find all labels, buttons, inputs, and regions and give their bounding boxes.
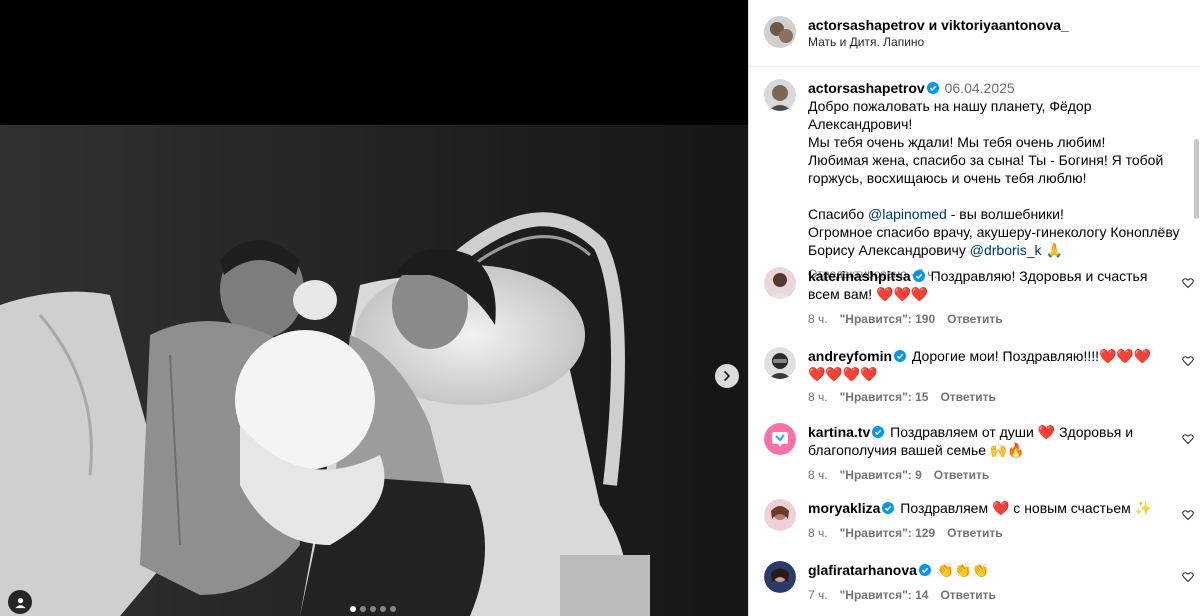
post-media [0, 0, 748, 616]
commenter-avatar[interactable] [764, 347, 796, 379]
pray-emoji: 🙏 [1045, 242, 1063, 258]
caption-username[interactable]: actorsashapetrov [808, 80, 925, 96]
carousel-dot [350, 606, 356, 612]
comment-time[interactable]: 8 ч. [808, 526, 828, 540]
comment-username[interactable]: kartina.tv [808, 424, 870, 440]
mention-drboris[interactable]: @drboris_k [970, 242, 1042, 258]
caption-thanks-suffix: - вы волшебники! [946, 206, 1064, 222]
comment-meta: 8 ч. "Нравится": 9 Ответить [808, 468, 989, 482]
heart-outline-icon[interactable] [1182, 433, 1194, 445]
caption-thanks: Спасибо @lapinomed - вы волшебники! [808, 205, 1188, 223]
comment-meta: 8 ч. "Нравится": 190 Ответить [808, 312, 1003, 326]
chevron-right-icon [724, 371, 730, 381]
comment-body: glafiratarhanova 👏👏👏 [808, 561, 1160, 579]
post-photo[interactable] [0, 125, 748, 616]
caption-line-1: Добро пожаловать на нашу планету, Фёдор … [808, 98, 1092, 132]
caption-date: 06.04.2025 [944, 80, 1015, 96]
post-location[interactable]: Мать и Дитя. Лапино [808, 35, 924, 49]
verified-badge-icon [912, 270, 925, 282]
carousel-dot [390, 606, 396, 612]
verified-badge-icon [872, 426, 885, 438]
carousel-dot [370, 606, 376, 612]
commenter-avatar[interactable] [764, 499, 796, 531]
tagged-people-button[interactable] [8, 590, 32, 614]
caption-doctor: Огромное спасибо врачу, акушеру-гинеколо… [808, 223, 1188, 259]
comment-text: 👏👏👏 [936, 562, 990, 578]
post-header: actorsashapetrov и viktoriyaantonova_ Ма… [749, 0, 1200, 67]
next-photo-button[interactable] [715, 364, 739, 388]
carousel-dots [350, 606, 396, 612]
comment-likes[interactable]: "Нравится": 14 [840, 588, 929, 602]
comment-time[interactable]: 8 ч. [808, 468, 828, 482]
reply-button[interactable]: Ответить [947, 526, 1002, 540]
reply-button[interactable]: Ответить [940, 588, 995, 602]
verified-badge-icon [926, 82, 939, 94]
comment-meta: 8 ч. "Нравится": 15 Ответить [808, 390, 996, 404]
caption-thanks-prefix: Спасибо [808, 206, 868, 222]
reply-button[interactable]: Ответить [940, 390, 995, 404]
comments-scroll-area[interactable]: actorsashapetrov 06.04.2025 Добро пожало… [749, 67, 1200, 616]
commenter-avatar[interactable] [764, 561, 796, 593]
verified-badge-icon [894, 350, 907, 362]
author-avatar[interactable] [764, 16, 796, 48]
caption-body: actorsashapetrov 06.04.2025 Добро пожало… [808, 79, 1188, 283]
comment-meta: 7 ч. "Нравится": 14 Ответить [808, 588, 996, 602]
heart-outline-icon[interactable] [1182, 355, 1194, 367]
heart-outline-icon[interactable] [1182, 509, 1194, 521]
comment-likes[interactable]: "Нравится": 129 [840, 526, 936, 540]
heart-outline-icon[interactable] [1182, 277, 1194, 289]
comment-username[interactable]: moryakliza [808, 500, 880, 516]
post-side-panel: actorsashapetrov и viktoriyaantonova_ Ма… [748, 0, 1200, 616]
caption-avatar[interactable] [764, 79, 796, 111]
comment-time[interactable]: 8 ч. [808, 390, 828, 404]
comment-username[interactable]: katerinashpitsa [808, 268, 911, 284]
comment-body: kartina.tv Поздравляем от души ❤️ Здоров… [808, 423, 1160, 459]
verified-badge-icon [882, 502, 895, 514]
comment-body: andreyfomin Дорогие мои! Поздравляю!!!!❤… [808, 347, 1160, 383]
scrollbar[interactable] [1194, 139, 1199, 219]
comment-username[interactable]: andreyfomin [808, 348, 892, 364]
caption-line-3: Любимая жена, спасибо за сына! Ты - Боги… [808, 152, 1164, 186]
comment-likes[interactable]: "Нравится": 15 [840, 390, 929, 404]
comment-username[interactable]: glafiratarhanova [808, 562, 917, 578]
post-author-names[interactable]: actorsashapetrov и viktoriyaantonova_ [808, 17, 1069, 33]
mention-lapinomed[interactable]: @lapinomed [868, 206, 947, 222]
comment-time[interactable]: 8 ч. [808, 312, 828, 326]
comment-meta: 8 ч. "Нравится": 129 Ответить [808, 526, 1003, 540]
comment-body: katerinashpitsa Поздравляю! Здоровья и с… [808, 267, 1160, 303]
reply-button[interactable]: Ответить [934, 468, 989, 482]
reply-button[interactable]: Ответить [947, 312, 1002, 326]
carousel-dot [360, 606, 366, 612]
carousel-dot [380, 606, 386, 612]
commenter-avatar[interactable] [764, 423, 796, 455]
heart-outline-icon[interactable] [1182, 571, 1194, 583]
commenter-avatar[interactable] [764, 267, 796, 299]
verified-badge-icon [918, 564, 931, 576]
person-tag-icon [14, 597, 26, 608]
comment-text: Поздравляем ❤️ с новым счастьем ✨ [900, 500, 1153, 516]
comment-time[interactable]: 7 ч. [808, 588, 828, 602]
comment-body: moryakliza Поздравляем ❤️ с новым счасть… [808, 499, 1160, 517]
comment-likes[interactable]: "Нравится": 9 [840, 468, 922, 482]
comment-likes[interactable]: "Нравится": 190 [840, 312, 936, 326]
caption-line-2: Мы тебя очень ждали! Мы тебя очень любим… [808, 134, 1106, 150]
